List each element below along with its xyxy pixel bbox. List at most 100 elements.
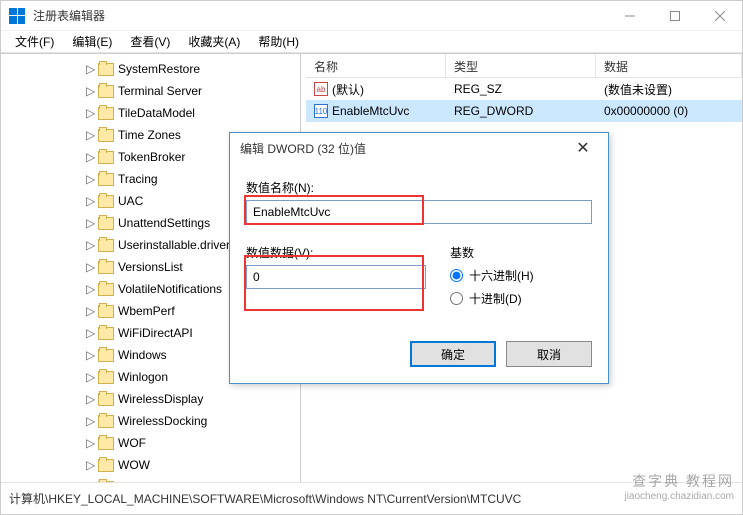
chevron-right-icon[interactable]: ▷ [86, 458, 98, 472]
tree-item-label: WiFiDirectAPI [118, 326, 193, 340]
tree-item-label: TileDataModel [118, 106, 195, 120]
folder-icon [98, 481, 114, 483]
tree-item-label: WirelessDocking [118, 414, 207, 428]
maximize-button[interactable] [652, 1, 697, 30]
chevron-right-icon[interactable]: ▷ [86, 370, 98, 384]
cell-data: (数值未设置) [596, 81, 742, 98]
chevron-right-icon[interactable]: ▷ [86, 216, 98, 230]
close-button[interactable] [697, 1, 742, 30]
tree-item-label: SystemRestore [118, 62, 200, 76]
value-name-label: 数值名称(N): [246, 179, 592, 196]
tree-item-label: TokenBroker [118, 150, 185, 164]
folder-icon [98, 63, 114, 76]
watermark-line1: 查字典 教程网 [624, 471, 734, 491]
tree-item-label: WOW [118, 458, 150, 472]
tree-item-wow[interactable]: ▷ WOW [1, 454, 300, 476]
tree-item-label: Tracing [118, 172, 158, 186]
folder-icon [98, 195, 114, 208]
chevron-right-icon[interactable]: ▷ [86, 150, 98, 164]
menu-file[interactable]: 文件(F) [7, 31, 62, 52]
window-title: 注册表编辑器 [33, 7, 607, 24]
cell-type: REG_SZ [446, 82, 596, 96]
value-data-input[interactable] [246, 265, 426, 289]
base-label: 基数 [450, 244, 592, 261]
chevron-right-icon[interactable]: ▷ [86, 194, 98, 208]
column-headers: 名称 类型 数据 [306, 54, 742, 78]
tree-item-label: WbemPerf [118, 304, 175, 318]
chevron-right-icon[interactable]: ▷ [86, 84, 98, 98]
chevron-right-icon[interactable]: ▷ [86, 348, 98, 362]
chevron-right-icon[interactable]: ▷ [86, 436, 98, 450]
base-fieldset: 十六进制(H) 十进制(D) [450, 267, 592, 307]
radio-hex-input[interactable] [450, 269, 463, 282]
chevron-right-icon[interactable]: ▷ [86, 304, 98, 318]
chevron-right-icon[interactable]: ▷ [86, 128, 98, 142]
dialog-title: 编辑 DWORD (32 位)值 [240, 140, 568, 157]
chevron-right-icon[interactable]: ▷ [86, 62, 98, 76]
tree-item-wudf[interactable]: ▷WUDF [1, 476, 300, 482]
value-name-input[interactable] [246, 200, 592, 224]
dialog-body: 数值名称(N): 数值数据(V): 基数 十六进制(H) 十进制(D) [230, 163, 608, 383]
dialog-close-button[interactable]: ✕ [568, 138, 598, 158]
chevron-right-icon[interactable]: ▷ [86, 238, 98, 252]
radio-hex-label: 十六进制(H) [469, 267, 534, 284]
tree-item-systemrestore[interactable]: ▷ SystemRestore [1, 58, 300, 80]
dialog-titlebar[interactable]: 编辑 DWORD (32 位)值 ✕ [230, 133, 608, 163]
folder-icon [98, 85, 114, 98]
tree-item-label: Terminal Server [118, 84, 202, 98]
tree-item-label: UAC [118, 194, 143, 208]
col-name[interactable]: 名称 [306, 54, 446, 77]
chevron-right-icon[interactable]: ▷ [86, 106, 98, 120]
string-icon: ab [314, 82, 328, 96]
chevron-right-icon[interactable]: ▷ [86, 282, 98, 296]
tree-item-terminal server[interactable]: ▷ Terminal Server [1, 80, 300, 102]
titlebar: 注册表编辑器 [1, 1, 742, 31]
col-data[interactable]: 数据 [596, 54, 742, 77]
folder-icon [98, 239, 114, 252]
tree-item-label: VersionsList [118, 260, 183, 274]
window-controls [607, 1, 742, 30]
value-row[interactable]: 110EnableMtcUvcREG_DWORD0x00000000 (0) [306, 100, 742, 122]
chevron-right-icon[interactable]: ▷ [86, 480, 98, 482]
tree-item-wof[interactable]: ▷WOF [1, 432, 300, 454]
radio-hex[interactable]: 十六进制(H) [450, 267, 592, 284]
folder-icon [98, 217, 114, 230]
tree-item-label: Time Zones [118, 128, 181, 142]
menu-view[interactable]: 查看(V) [122, 31, 178, 52]
dialog-buttons: 确定 取消 [246, 341, 592, 367]
folder-icon [98, 173, 114, 186]
tree-item-wirelessdisplay[interactable]: ▷WirelessDisplay [1, 388, 300, 410]
cell-name: EnableMtcUvc [332, 104, 409, 118]
value-data-label: 数值数据(V): [246, 244, 426, 261]
ok-button[interactable]: 确定 [410, 341, 496, 367]
chevron-right-icon[interactable]: ▷ [86, 326, 98, 340]
radio-dec-input[interactable] [450, 292, 463, 305]
folder-icon [98, 151, 114, 164]
chevron-right-icon[interactable]: ▷ [86, 260, 98, 274]
chevron-right-icon[interactable]: ▷ [86, 172, 98, 186]
menu-help[interactable]: 帮助(H) [250, 31, 307, 52]
chevron-right-icon[interactable]: ▷ [86, 392, 98, 406]
col-type[interactable]: 类型 [446, 54, 596, 77]
radio-dec-label: 十进制(D) [469, 290, 522, 307]
folder-icon [98, 393, 114, 406]
tree-item-label: Winlogon [118, 370, 168, 384]
menu-favorites[interactable]: 收藏夹(A) [180, 31, 248, 52]
tree-item-wirelessdocking[interactable]: ▷ WirelessDocking [1, 410, 300, 432]
regedit-icon [9, 8, 25, 24]
minimize-button[interactable] [607, 1, 652, 30]
cancel-button[interactable]: 取消 [506, 341, 592, 367]
tree-item-tiledatamodel[interactable]: ▷ TileDataModel [1, 102, 300, 124]
folder-icon [98, 129, 114, 142]
folder-icon [98, 327, 114, 340]
menu-edit[interactable]: 编辑(E) [64, 31, 120, 52]
folder-icon [98, 415, 114, 428]
chevron-right-icon[interactable]: ▷ [86, 414, 98, 428]
cell-type: REG_DWORD [446, 104, 596, 118]
radio-dec[interactable]: 十进制(D) [450, 290, 592, 307]
dword-icon: 110 [314, 104, 328, 118]
watermark: 查字典 教程网 jiaocheng.chazidian.com [624, 471, 734, 502]
folder-icon [98, 349, 114, 362]
menubar: 文件(F) 编辑(E) 查看(V) 收藏夹(A) 帮助(H) [1, 31, 742, 53]
value-row[interactable]: ab(默认)REG_SZ(数值未设置) [306, 78, 742, 100]
